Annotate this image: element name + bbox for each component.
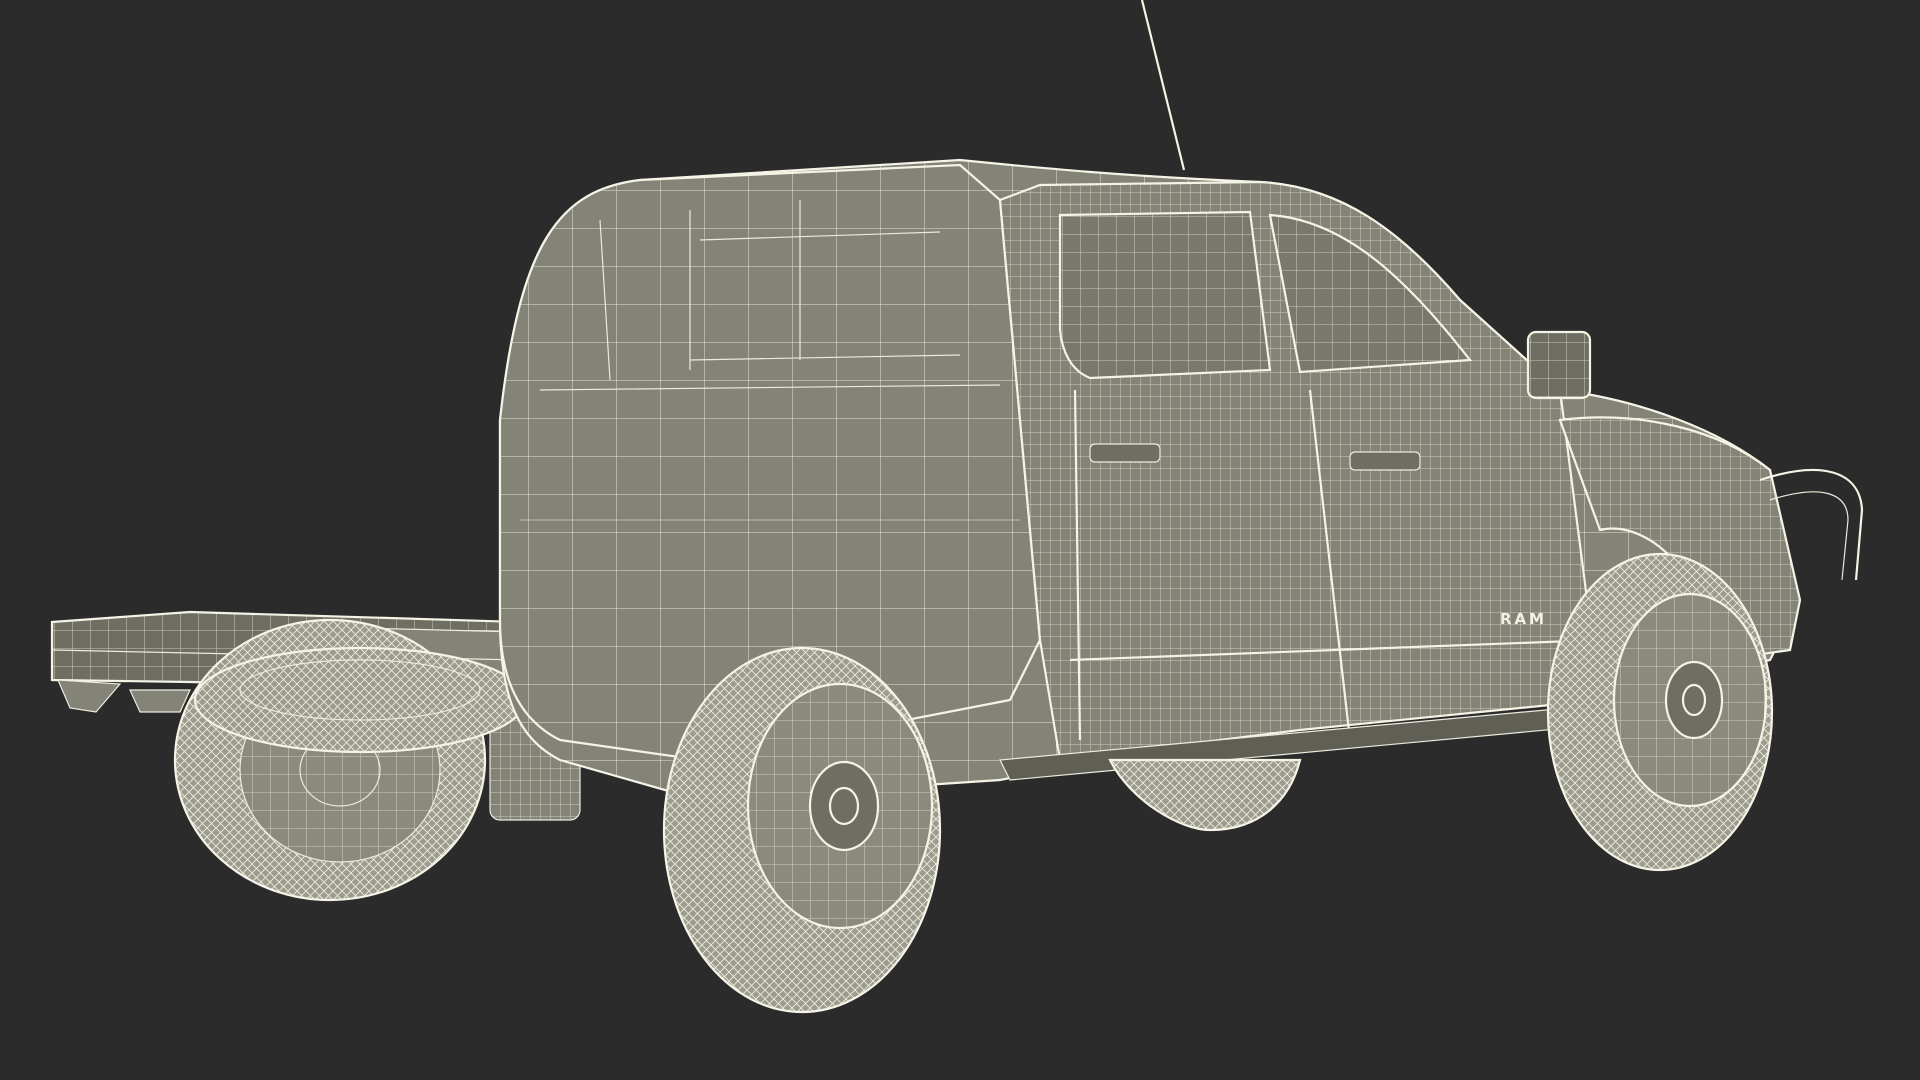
- wireframe-render: RAM: [50, 0, 1864, 1014]
- viewport-canvas: RAM: [0, 0, 1920, 1080]
- front-door-handle: [1350, 452, 1420, 470]
- spare-tire: [193, 646, 527, 754]
- front-wheel-near: [1546, 552, 1774, 872]
- antenna-icon: [1140, 0, 1186, 171]
- antenna: [1140, 0, 1186, 171]
- rear-wheel-near: [662, 646, 942, 1014]
- brand-badge: RAM: [1500, 610, 1547, 628]
- rear-door-handle: [1090, 444, 1160, 462]
- front-wheel-far: [1108, 758, 1302, 832]
